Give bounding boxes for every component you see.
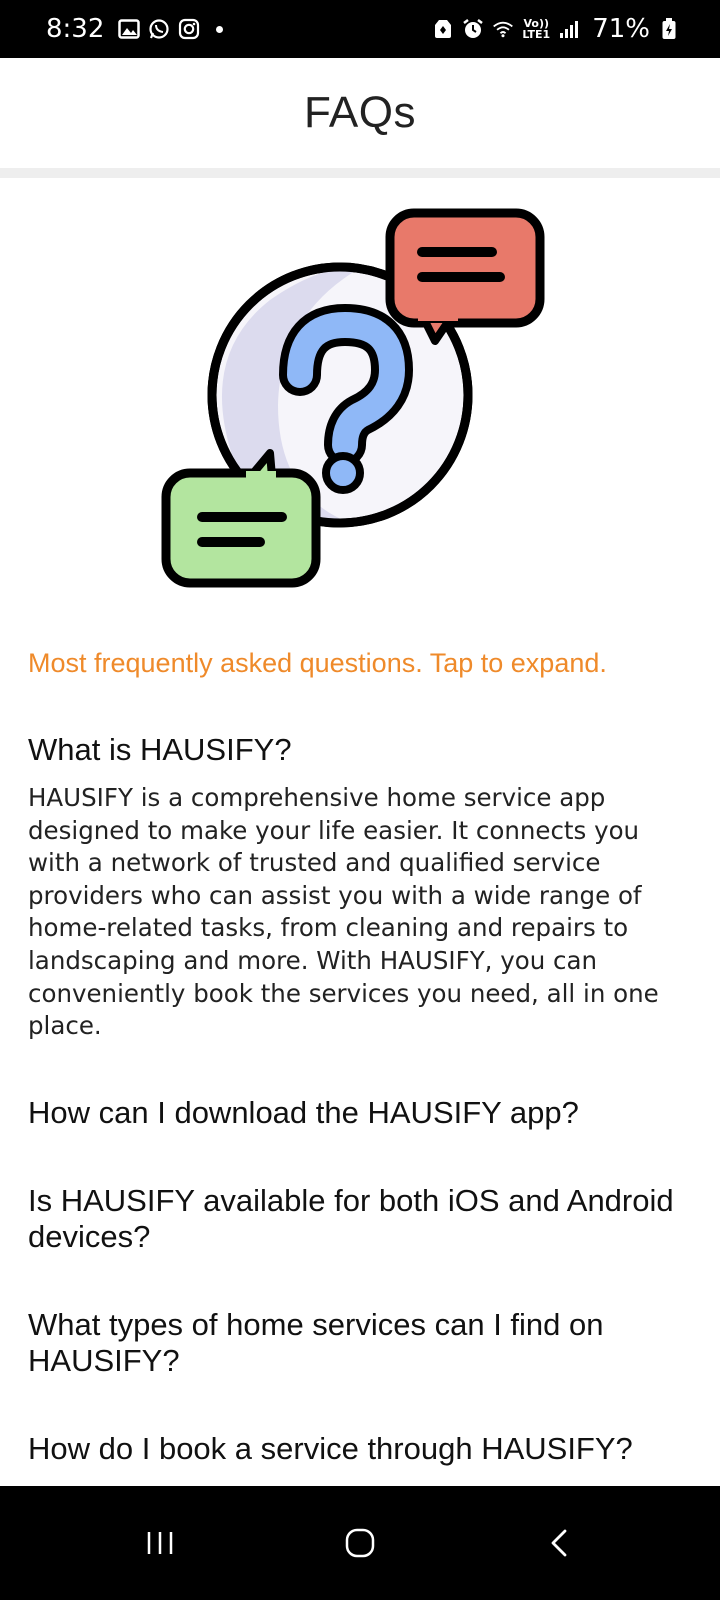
whatsapp-icon: [148, 18, 170, 40]
faq-item-ios-android[interactable]: Is HAUSIFY available for both iOS and An…: [28, 1183, 698, 1255]
header-divider: [0, 168, 720, 178]
alarm-icon: [462, 18, 484, 40]
faq-list: What is HAUSIFY? HAUSIFY is a comprehens…: [28, 732, 698, 1467]
signal-icon: [558, 18, 580, 40]
status-left: 8:32: [46, 14, 224, 44]
back-button[interactable]: [530, 1513, 590, 1573]
gallery-icon: [118, 18, 141, 40]
home-button[interactable]: [330, 1513, 390, 1573]
faq-illustration: [160, 205, 560, 605]
battery-percent: 71%: [592, 14, 650, 44]
faq-question[interactable]: How can I download the HAUSIFY app?: [28, 1095, 698, 1131]
status-time: 8:32: [46, 14, 105, 44]
notification-dot-icon: [216, 25, 224, 33]
battery-charging-icon: [658, 18, 680, 40]
recent-apps-icon: [147, 1532, 173, 1554]
intro-text: Most frequently asked questions. Tap to …: [28, 648, 607, 678]
faq-question[interactable]: What is HAUSIFY?: [28, 732, 698, 768]
faq-answer: HAUSIFY is a comprehensive home service …: [28, 783, 659, 1041]
home-icon: [345, 1528, 375, 1558]
faq-question[interactable]: How do I book a service through HAUSIFY?: [28, 1431, 698, 1467]
battery-saver-icon: [432, 18, 454, 40]
page-title: FAQs: [303, 88, 417, 137]
status-bar: 8:32 Vo)) LTE1 71%: [0, 0, 720, 58]
system-nav-bar: [0, 1486, 720, 1600]
faq-item-book-service[interactable]: How do I book a service through HAUSIFY?: [28, 1431, 698, 1467]
back-chevron-icon: [551, 1529, 567, 1557]
instagram-icon: [178, 18, 200, 40]
faq-item-download-app[interactable]: How can I download the HAUSIFY app?: [28, 1095, 698, 1131]
faq-question[interactable]: Is HAUSIFY available for both iOS and An…: [28, 1183, 698, 1255]
faq-question[interactable]: What types of home services can I find o…: [28, 1307, 698, 1379]
network-lte-label: LTE1: [522, 28, 551, 41]
app-header: FAQs: [0, 58, 720, 168]
faq-item-what-is-hausify[interactable]: What is HAUSIFY? HAUSIFY is a comprehens…: [28, 732, 698, 1043]
faq-chat-bubbles-icon: [161, 208, 545, 588]
recent-apps-button[interactable]: [130, 1513, 190, 1573]
network-type-label: Vo)) LTE1: [522, 18, 550, 40]
faq-item-service-types[interactable]: What types of home services can I find o…: [28, 1307, 698, 1379]
wifi-icon: [492, 18, 514, 40]
status-right: Vo)) LTE1 71%: [432, 14, 680, 44]
